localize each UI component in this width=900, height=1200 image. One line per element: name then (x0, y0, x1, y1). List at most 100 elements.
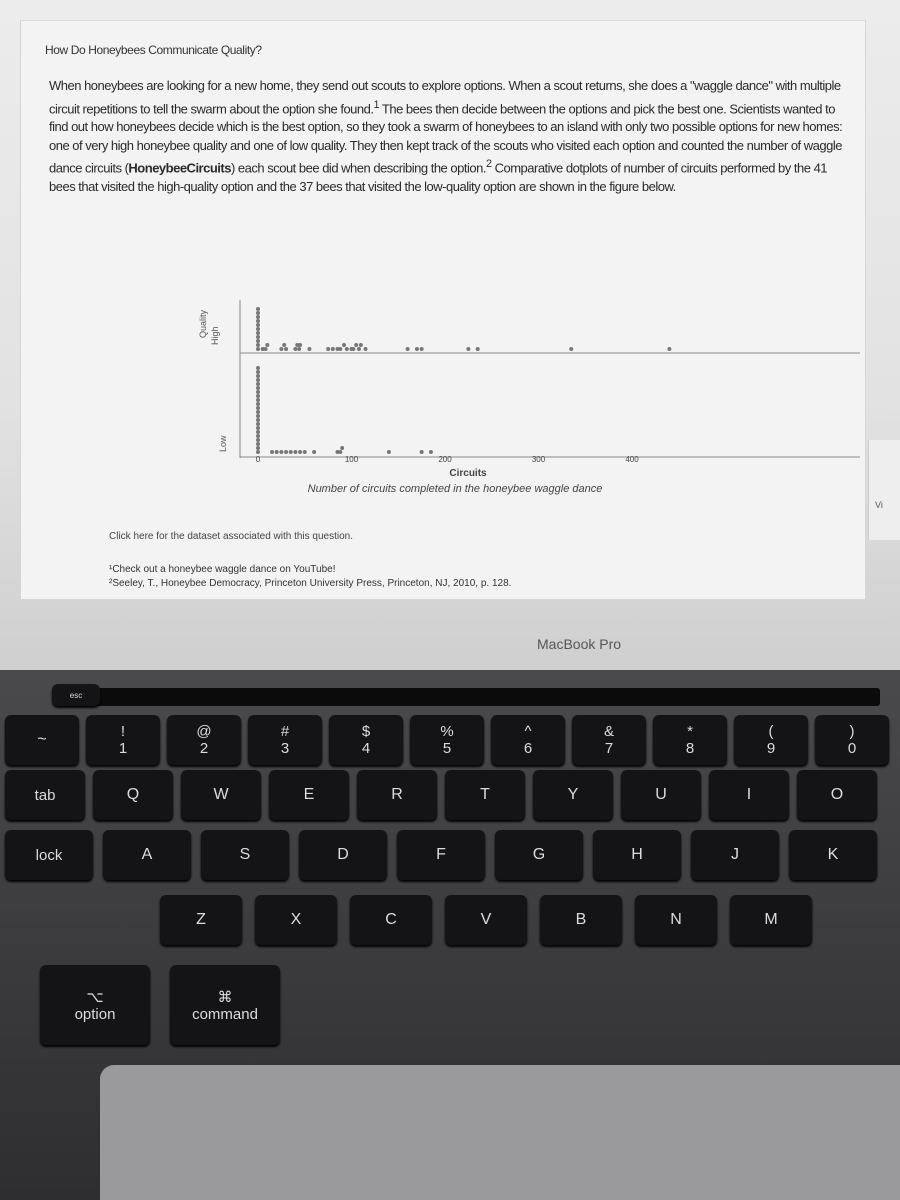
dot-high (279, 347, 284, 351)
key-k[interactable]: K (789, 830, 877, 880)
dot-high (256, 347, 260, 351)
key-j[interactable]: J (691, 830, 779, 880)
key-m[interactable]: M (730, 895, 812, 945)
dot-high (256, 319, 260, 323)
dot-low (340, 446, 345, 450)
dot-high (256, 331, 260, 335)
dot-high (297, 347, 302, 351)
dot-high (351, 347, 356, 351)
dot-low (256, 418, 260, 422)
x-tick-label: 0 (256, 455, 261, 464)
dot-high (466, 347, 471, 351)
dot-low (256, 382, 260, 386)
dot-low (256, 390, 260, 394)
x-tick-label: 400 (625, 455, 639, 464)
dataset-link[interactable]: Click here for the dataset associated wi… (109, 531, 353, 542)
key-f[interactable]: F (397, 830, 485, 880)
key-command[interactable]: ⌘ command (170, 965, 280, 1045)
dot-low (256, 370, 260, 374)
touch-bar[interactable] (60, 688, 880, 706)
dot-high (307, 347, 312, 351)
dot-low (338, 450, 343, 454)
key-s[interactable]: S (201, 830, 289, 880)
dot-low (256, 414, 260, 418)
side-panel[interactable]: Vi (868, 440, 900, 540)
key-5[interactable]: % 5 (410, 715, 484, 765)
key-q[interactable]: Q (93, 770, 173, 820)
key-option[interactable]: ⌥ option (40, 965, 150, 1045)
key-8[interactable]: * 8 (653, 715, 727, 765)
key-o[interactable]: O (797, 770, 877, 820)
y-axis-label: Quality (198, 309, 208, 338)
key-c[interactable]: C (350, 895, 432, 945)
key-~[interactable]: ~ (5, 715, 79, 765)
dot-low (256, 422, 260, 426)
key-e[interactable]: E (269, 770, 349, 820)
dot-high (330, 347, 335, 351)
dot-low (256, 410, 260, 414)
key-v[interactable]: V (445, 895, 527, 945)
dot-high (569, 347, 574, 351)
laptop-screen: How Do Honeybees Communicate Quality? Wh… (0, 0, 900, 670)
key-x[interactable]: X (255, 895, 337, 945)
dot-low (419, 450, 424, 454)
dot-high (475, 347, 480, 351)
dot-low (302, 450, 307, 454)
key-tab[interactable]: tab (5, 770, 85, 820)
dot-low (428, 450, 433, 454)
dot-low (270, 450, 275, 454)
key-t[interactable]: T (445, 770, 525, 820)
dot-low (256, 450, 260, 454)
dot-high (256, 307, 260, 311)
dot-high (363, 347, 368, 351)
key-3[interactable]: # 3 (248, 715, 322, 765)
key-2[interactable]: @ 2 (167, 715, 241, 765)
dot-high (263, 347, 268, 351)
key-b[interactable]: B (540, 895, 622, 945)
dot-high (405, 347, 410, 351)
dot-high (419, 347, 424, 351)
key-z[interactable]: Z (160, 895, 242, 945)
dot-low (256, 438, 260, 442)
dot-high (356, 347, 361, 351)
footnote-1[interactable]: ¹Check out a honeybee waggle dance on Yo… (109, 564, 335, 575)
dot-low (256, 446, 260, 450)
key-6[interactable]: ^ 6 (491, 715, 565, 765)
dot-low (293, 450, 298, 454)
dot-high (354, 343, 359, 347)
dot-high (338, 347, 343, 351)
dot-low (288, 450, 293, 454)
trackpad[interactable] (100, 1065, 900, 1200)
key-n[interactable]: N (635, 895, 717, 945)
key-h[interactable]: H (593, 830, 681, 880)
key-w[interactable]: W (181, 770, 261, 820)
dot-low (256, 386, 260, 390)
key-1[interactable]: ! 1 (86, 715, 160, 765)
key-a[interactable]: A (103, 830, 191, 880)
dotplot-chart: Quality High Low 0 100 200 300 400 Circuits … (198, 300, 860, 495)
key-y[interactable]: Y (533, 770, 613, 820)
key-u[interactable]: U (621, 770, 701, 820)
dot-high (284, 347, 289, 351)
key-lock[interactable]: lock (5, 830, 93, 880)
key-0[interactable]: ) 0 (815, 715, 889, 765)
key-esc[interactable]: esc (52, 684, 100, 706)
dot-high (293, 347, 298, 351)
key-i[interactable]: I (709, 770, 789, 820)
key-d[interactable]: D (299, 830, 387, 880)
dot-high (358, 343, 363, 347)
key-4[interactable]: $ 4 (329, 715, 403, 765)
dot-high (256, 327, 260, 331)
macbook-brand: MacBook Pro (537, 636, 622, 652)
category-label-low: Low (218, 435, 228, 452)
chart-caption: Number of circuits completed in the hone… (308, 483, 603, 495)
dot-low (279, 450, 284, 454)
key-g[interactable]: G (495, 830, 583, 880)
key-9[interactable]: ( 9 (734, 715, 808, 765)
dot-low (256, 378, 260, 382)
dot-low (256, 402, 260, 406)
dot-high (265, 343, 270, 347)
key-7[interactable]: & 7 (572, 715, 646, 765)
footnote-2: ²Seeley, T., Honeybee Democracy, Princet… (109, 578, 512, 589)
key-r[interactable]: R (357, 770, 437, 820)
